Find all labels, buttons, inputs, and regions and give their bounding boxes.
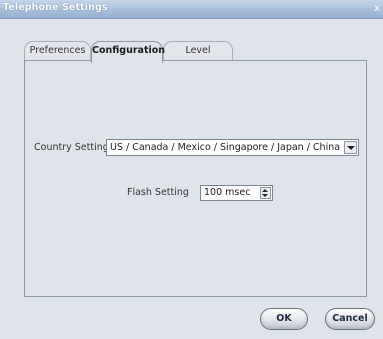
ok-button[interactable]: OK xyxy=(260,308,308,330)
chevron-down-icon[interactable] xyxy=(344,141,357,154)
spin-up-icon[interactable] xyxy=(262,189,268,192)
tab-label: Configuration xyxy=(92,45,166,56)
spin-down-icon[interactable] xyxy=(262,194,268,197)
window-title: Telephone Settings xyxy=(3,2,108,13)
country-setting-value: US / Canada / Mexico / Singapore / Japan… xyxy=(110,142,341,153)
title-bar[interactable]: Telephone Settings x xyxy=(0,0,383,19)
tab-level[interactable]: Level xyxy=(163,41,233,61)
country-setting-dropdown[interactable]: US / Canada / Mexico / Singapore / Japan… xyxy=(106,139,359,156)
close-icon[interactable]: x xyxy=(372,2,382,15)
flash-setting-spinner[interactable]: 100 msec xyxy=(200,185,273,201)
tab-configuration[interactable]: Configuration xyxy=(91,41,166,63)
country-setting-label: Country Setting xyxy=(34,142,109,153)
tab-label: Preferences xyxy=(29,45,86,56)
flash-setting-value: 100 msec xyxy=(204,187,251,198)
tab-preferences[interactable]: Preferences xyxy=(24,41,91,61)
spinner-arrows-icon[interactable] xyxy=(260,187,271,199)
tab-label: Level xyxy=(185,45,211,56)
telephone-settings-dialog: Telephone Settings x Preferences Configu… xyxy=(0,0,383,339)
cancel-button[interactable]: Cancel xyxy=(325,308,375,330)
configuration-panel xyxy=(24,60,367,297)
flash-setting-label: Flash Setting xyxy=(127,187,189,198)
